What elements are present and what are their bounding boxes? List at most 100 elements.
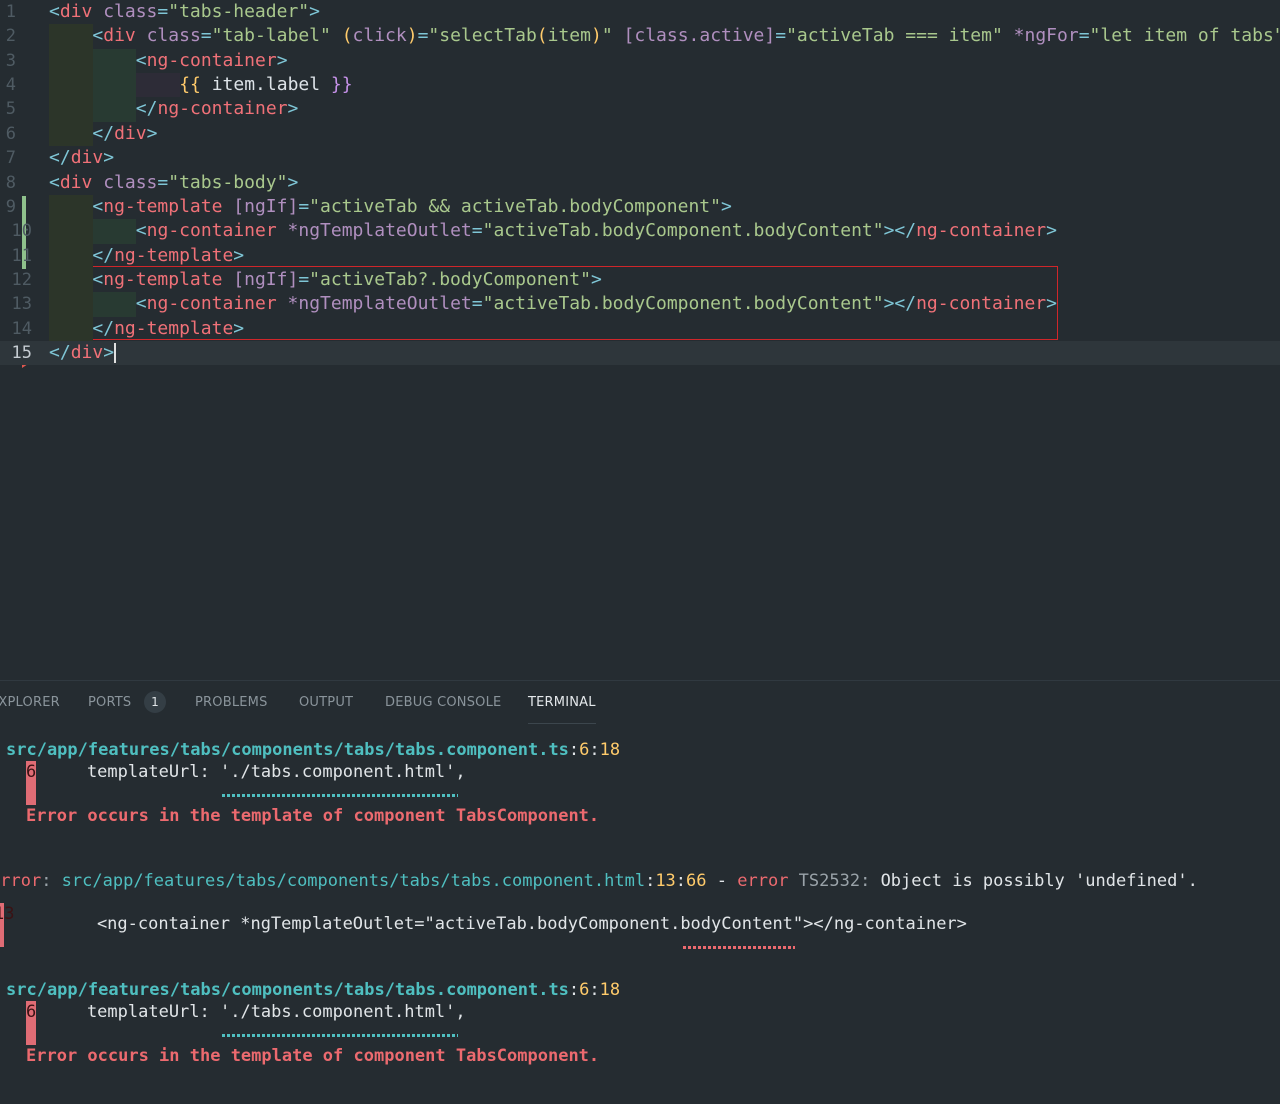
code-line[interactable]: 14 </ng-template>	[0, 316, 1280, 342]
code-line[interactable]: 8 <div class="tabs-body">	[0, 171, 1280, 195]
code-token: *ngTemplateOutlet	[287, 293, 472, 315]
code-token: *ngFor	[1013, 25, 1079, 47]
terminal-token: :	[589, 980, 600, 1000]
line-number: 13	[11, 294, 32, 315]
code-token: ng-container	[146, 293, 277, 315]
code-token: "tab-label"	[211, 25, 331, 47]
terminal-token: Object is possibly 'undefined'.	[880, 871, 1198, 891]
code-token: "let item of tabs"	[1089, 25, 1280, 47]
terminal-token: error	[0, 871, 42, 891]
code-token: =	[417, 25, 429, 47]
code-token: =	[298, 195, 310, 217]
tab-debug-console[interactable]: DEBUG CONSOLE	[385, 695, 501, 710]
gutter-line-number: 6	[26, 1002, 37, 1022]
code-token: (	[341, 25, 353, 47]
tab-output[interactable]: OUTPUT	[299, 695, 353, 710]
line-number: 4	[5, 75, 16, 96]
terminal-token: templateUrl: './tabs.component.html',	[46, 1002, 466, 1022]
indent-guide	[49, 48, 93, 74]
code-token: ng-template	[114, 317, 234, 339]
indent-guide	[49, 292, 93, 317]
code-token: >	[590, 268, 602, 290]
code-line[interactable]: 5 </ng-container>	[0, 97, 1280, 122]
terminal-token: 18	[599, 980, 621, 1000]
code-text: <ng-container>	[136, 49, 288, 73]
code-line[interactable]: 6 </div>	[0, 121, 1280, 147]
terminal-token: :	[645, 871, 656, 891]
code-token: )	[406, 25, 418, 47]
code-line[interactable]: 12 <ng-template [ngIf]="activeTab?.bodyCo…	[0, 267, 1280, 293]
code-token: ></	[883, 293, 917, 315]
terminal-token: <ng-container *ngTemplateOutlet="activeT…	[56, 914, 967, 934]
line-number: 5	[5, 99, 16, 120]
code-token: ng-container	[146, 49, 277, 71]
code-token: "tabs-body"	[168, 171, 288, 193]
terminal-token: :	[568, 980, 580, 1000]
terminal-token: src/app/features/tabs/components/tabs/ta…	[6, 980, 569, 1000]
code-token: ng-template	[103, 268, 223, 290]
code-token: <	[49, 171, 60, 193]
code-text: </div>	[49, 146, 114, 170]
code-token: <	[135, 220, 147, 242]
code-line[interactable]: 10 <ng-container *ngTemplateOutlet="activ…	[0, 219, 1280, 244]
code-editor[interactable]: 1 <div class="tabs-header"> 2 <div class="t…	[0, 0, 1280, 680]
code-token: (	[536, 25, 548, 47]
indent-guide	[49, 97, 93, 122]
line-number: 11	[11, 245, 32, 266]
code-token: </	[135, 98, 158, 120]
terminal-line: error: src/app/features/tabs/components/…	[0, 870, 1198, 892]
code-token: class	[103, 171, 158, 193]
indent-guide	[49, 267, 93, 293]
terminal-token: templateUrl: './tabs.component.html',	[46, 762, 466, 782]
code-token: >	[276, 49, 288, 71]
code-token: }}	[330, 74, 353, 96]
code-line[interactable]: 1 <div class="tabs-header">	[0, 0, 1280, 24]
indent-guide	[93, 48, 136, 74]
code-text: <ng-container *ngTemplateOutlet="activeT…	[136, 292, 1057, 316]
code-line[interactable]: 2 <div class="tab-label" (click)="selectT…	[0, 24, 1280, 49]
error-underline	[683, 946, 795, 949]
terminal-token: 18	[599, 740, 621, 760]
code-token: =	[775, 25, 787, 47]
code-token: *ngTemplateOutlet	[287, 220, 472, 242]
tab-ports[interactable]: PORTS	[88, 695, 131, 710]
indent-guide	[93, 97, 136, 122]
code-text: <ng-container *ngTemplateOutlet="activeT…	[136, 219, 1057, 243]
indent-guide	[49, 73, 93, 98]
code-token: ng-container	[146, 220, 277, 242]
code-line[interactable]: 3 <ng-container>	[0, 48, 1280, 74]
tab-problems[interactable]: PROBLEMS	[195, 695, 268, 710]
code-token: "activeTab === item"	[786, 25, 1003, 47]
tab-terminal[interactable]: TERMINAL	[528, 695, 596, 724]
line-number: 10	[11, 221, 32, 242]
code-token: click	[352, 25, 407, 47]
code-token: =	[471, 220, 483, 242]
terminal-token: Error occurs in the template of componen…	[26, 806, 600, 826]
indent-guide	[49, 24, 93, 49]
bottom-panel: EXPLORER PORTS 1 PROBLEMS OUTPUT DEBUG C…	[0, 680, 1280, 1104]
code-line[interactable]: 11 </ng-template>	[0, 243, 1280, 268]
code-text: </ng-container>	[136, 97, 299, 121]
code-line[interactable]: 13 <ng-container *ngTemplateOutlet="activ…	[0, 292, 1280, 317]
terminal-token: :	[41, 871, 62, 891]
code-line[interactable]: 9 <ng-template [ngIf]="activeTab && activ…	[0, 194, 1280, 220]
code-token: item	[547, 25, 591, 47]
code-line[interactable]: 15 </div>	[0, 341, 1280, 366]
code-token: "activeTab && activeTab.bodyComponent"	[309, 195, 721, 217]
code-line[interactable]: 7 </div>	[0, 146, 1280, 170]
terminal-token: :	[675, 871, 687, 891]
line-number: 15	[11, 343, 32, 364]
code-token: <	[135, 293, 147, 315]
error-line-marker: 6	[26, 1001, 36, 1045]
text-cursor	[114, 343, 117, 364]
code-line[interactable]: 4 {{ item.label }}	[0, 73, 1280, 98]
code-text: </div>	[49, 341, 117, 365]
code-token: <	[92, 25, 104, 47]
code-token: [class.active]	[623, 25, 776, 47]
tab-explorer[interactable]: EXPLORER	[0, 695, 60, 710]
code-token: div	[114, 122, 147, 144]
